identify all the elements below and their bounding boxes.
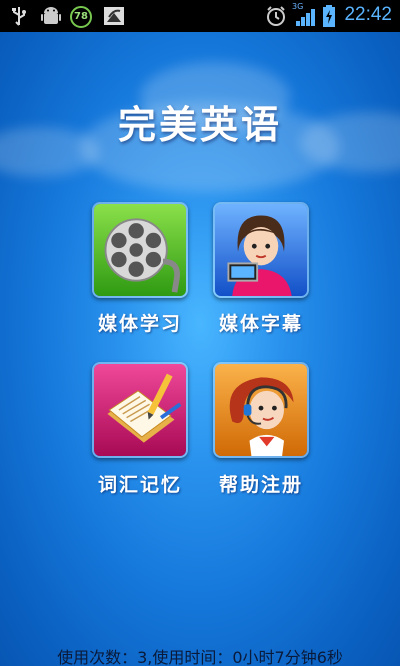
clock: 22:42 xyxy=(344,4,392,25)
vocabulary-memory-label[interactable]: 词汇记忆 xyxy=(75,470,205,497)
media-subtitles-label[interactable]: 媒体字幕 xyxy=(196,309,326,336)
status-bar: 78 3G 22:42 xyxy=(0,0,400,32)
vocabulary-memory-button[interactable] xyxy=(92,362,188,458)
presenter-girl-icon xyxy=(215,204,307,296)
screenshot-icon xyxy=(104,7,124,25)
android-debug-icon xyxy=(41,7,61,24)
signal-icon xyxy=(296,9,315,26)
help-register-button[interactable] xyxy=(213,362,309,458)
notebook-pencil-icon xyxy=(94,364,186,456)
alarm-icon xyxy=(267,6,285,26)
help-register-label[interactable]: 帮助注册 xyxy=(196,470,326,497)
app-title: 完美英语 xyxy=(117,103,282,147)
media-learning-button[interactable] xyxy=(92,202,188,298)
media-learning-label[interactable]: 媒体学习 xyxy=(75,309,205,336)
support-headset-icon xyxy=(215,364,307,456)
film-reel-icon xyxy=(94,204,186,296)
battery-level-icon: 78 xyxy=(70,6,92,28)
usage-stats-text: 使用次数：3,使用时间：0小时7分钟6秒 xyxy=(57,648,343,666)
battery-charging-icon xyxy=(323,5,335,27)
main-screen: 完美英语 媒体学习 媒体字幕 词汇记忆 帮助注册 使用次数：3,使用时间：0小时… xyxy=(0,32,400,666)
media-subtitles-button[interactable] xyxy=(213,202,309,298)
usb-icon xyxy=(12,7,26,26)
